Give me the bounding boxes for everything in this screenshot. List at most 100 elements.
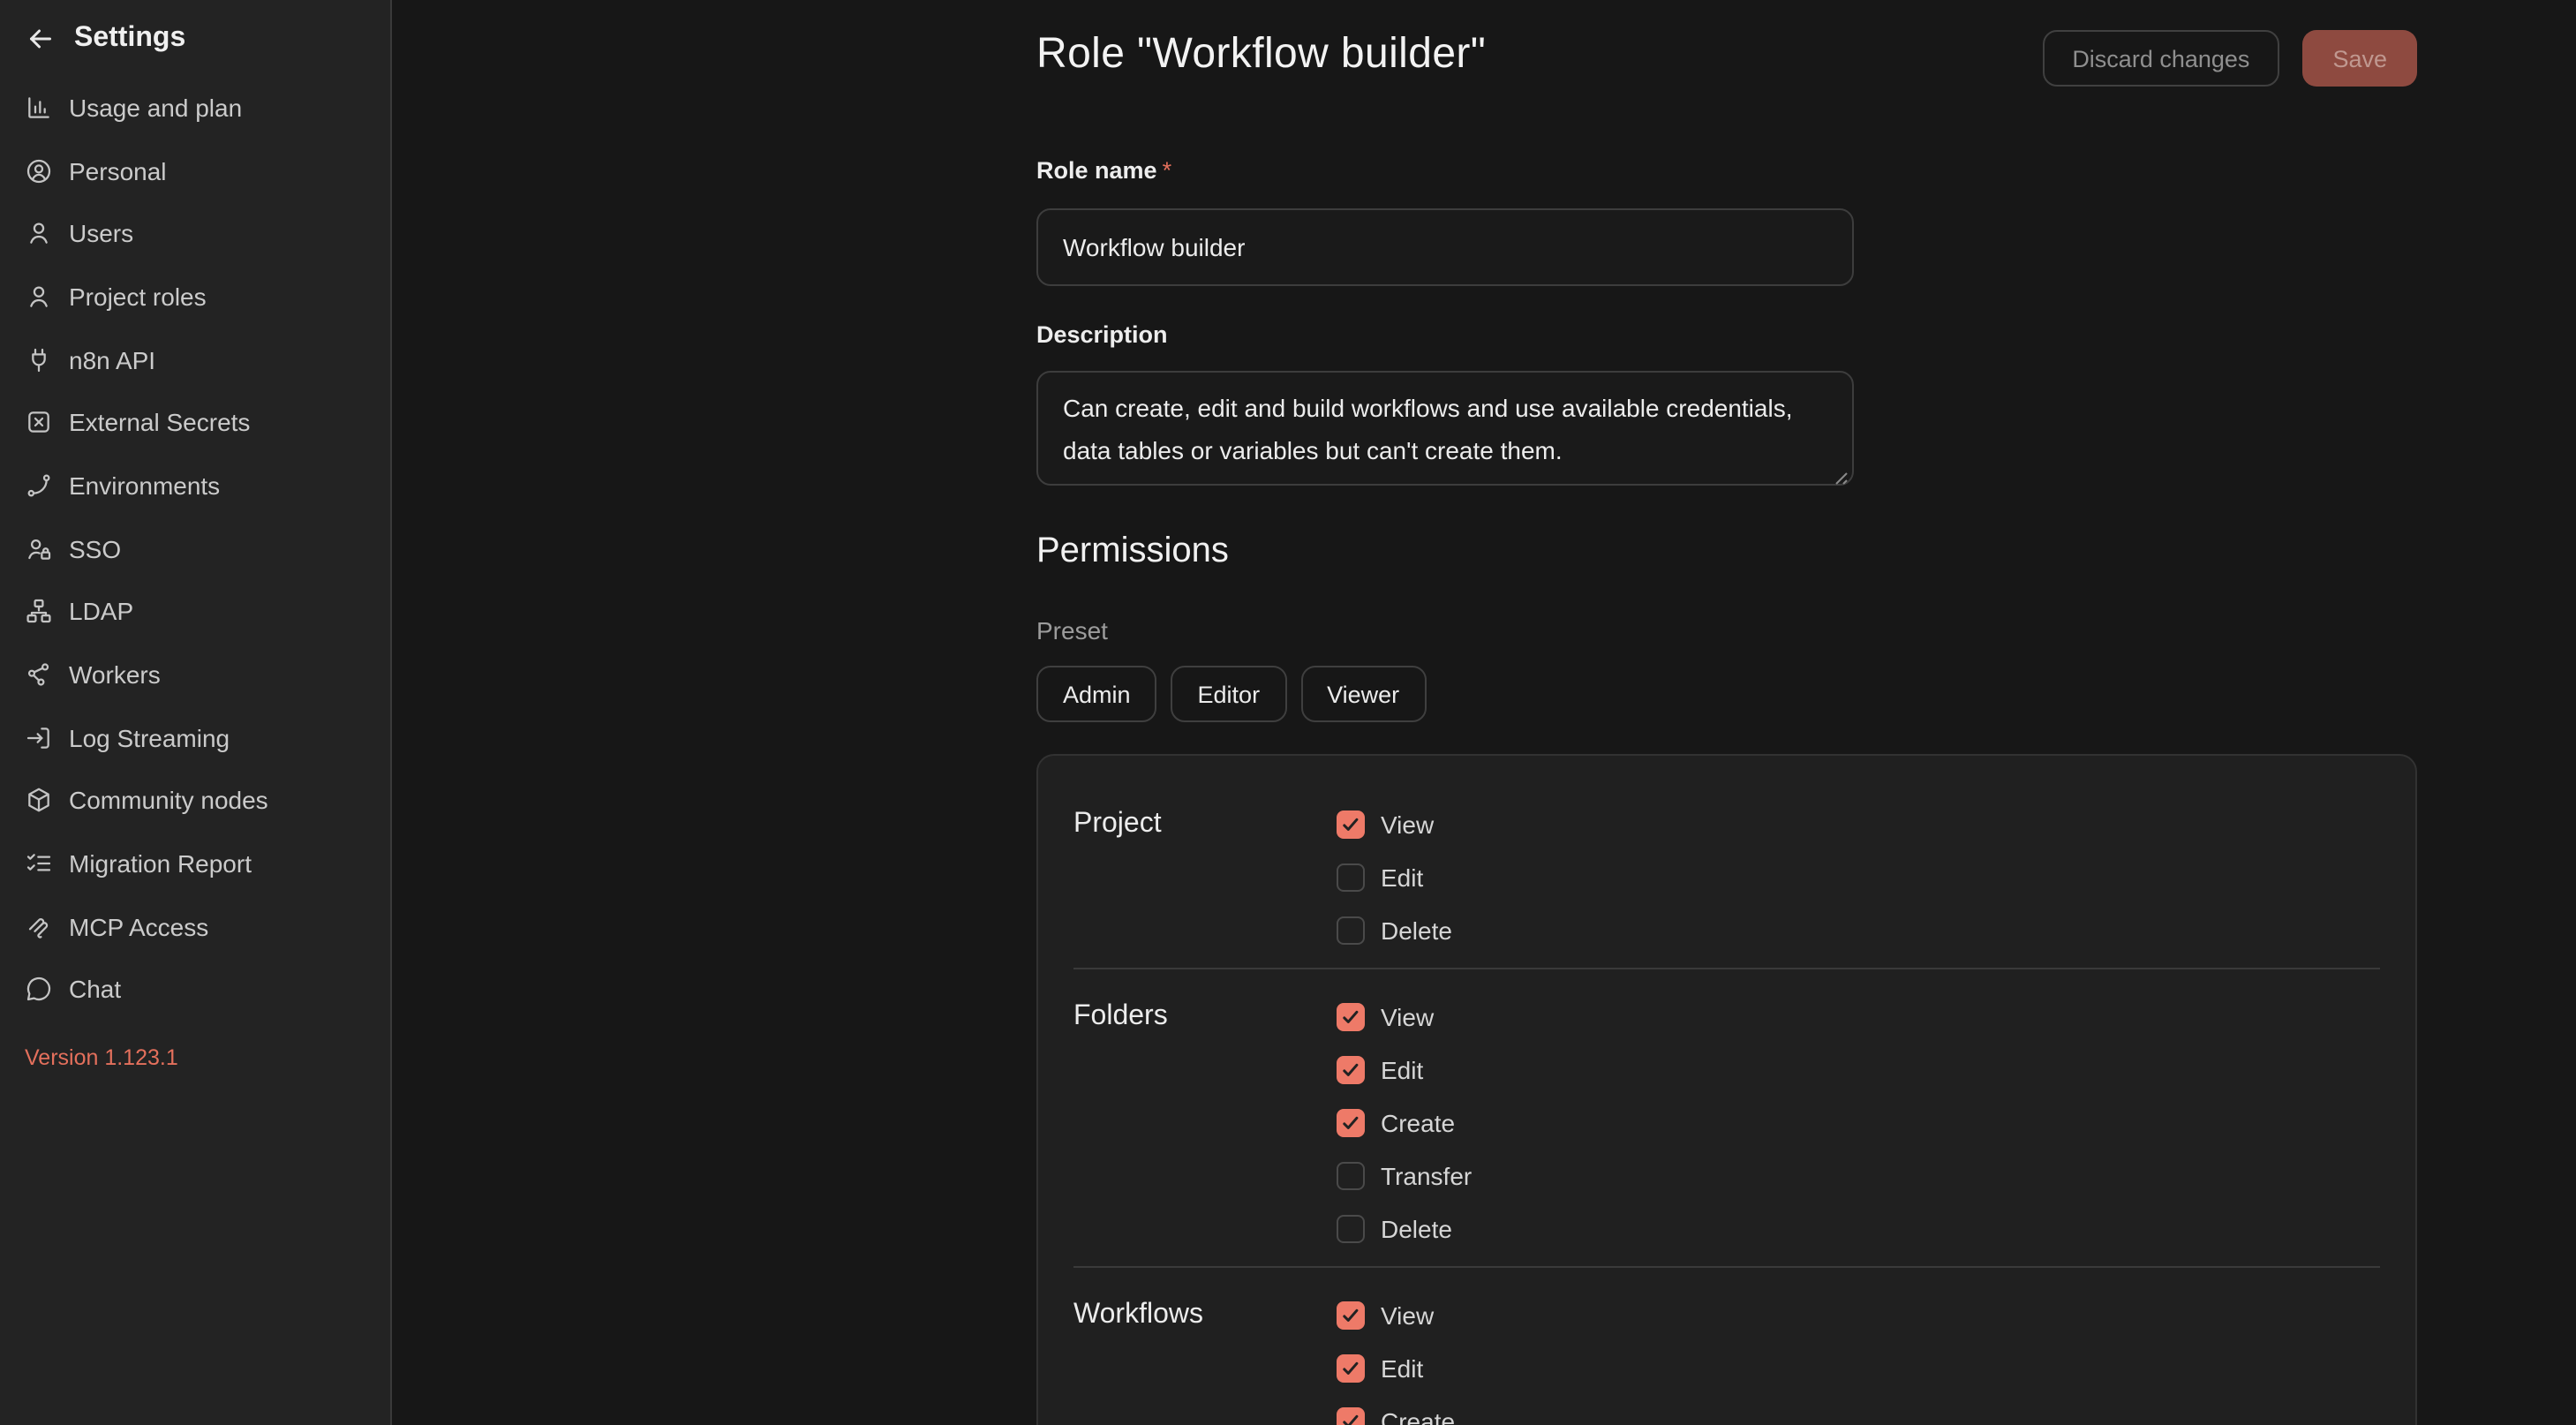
permission-group-folders: Folders View Edit Create Transfer Delete xyxy=(1073,969,2380,1268)
checkbox-checked-icon[interactable] xyxy=(1337,1354,1365,1383)
sidebar-item-label: Usage and plan xyxy=(69,94,242,122)
permission-row-folders-create[interactable]: Create xyxy=(1337,1097,1472,1150)
preset-button-editor[interactable]: Editor xyxy=(1171,666,1287,722)
preset-label: Preset xyxy=(1036,616,1108,645)
sidebar-item-users[interactable]: Users xyxy=(0,202,390,265)
checkbox-unchecked-icon[interactable] xyxy=(1337,1215,1365,1243)
description-textarea[interactable] xyxy=(1036,371,1854,486)
checkbox-checked-icon[interactable] xyxy=(1337,1407,1365,1425)
mcp-icon xyxy=(25,913,53,941)
sidebar-title: Settings xyxy=(74,23,185,55)
sidebar-item-chat[interactable]: Chat xyxy=(0,958,390,1021)
sidebar-item-project-roles[interactable]: Project roles xyxy=(0,265,390,328)
permission-label[interactable]: Create xyxy=(1381,1407,1455,1425)
arrow-left-icon[interactable] xyxy=(25,23,56,55)
sidebar-item-environments[interactable]: Environments xyxy=(0,454,390,516)
sidebar-item-ldap[interactable]: LDAP xyxy=(0,580,390,643)
sidebar-item-label: External Secrets xyxy=(69,409,250,437)
sidebar-item-mcp-access[interactable]: MCP Access xyxy=(0,895,390,958)
permission-group-name: Workflows xyxy=(1073,1289,1337,1425)
permission-items: View Edit Create Transfer Delete xyxy=(1337,991,1472,1255)
network-icon xyxy=(25,598,53,626)
checkbox-checked-icon[interactable] xyxy=(1337,1109,1365,1137)
permission-row-folders-delete[interactable]: Delete xyxy=(1337,1203,1472,1255)
preset-button-viewer[interactable]: Viewer xyxy=(1300,666,1426,722)
role-name-input[interactable] xyxy=(1036,208,1854,286)
permission-label[interactable]: Edit xyxy=(1381,1056,1423,1084)
role-name-label: Role name* xyxy=(1036,157,1171,184)
permission-group-name: Project xyxy=(1073,798,1337,957)
user-circle-icon xyxy=(25,156,53,185)
page-title: Role "Workflow builder" xyxy=(1036,30,1486,79)
sidebar-item-label: Workers xyxy=(69,660,161,689)
sidebar-item-label: Users xyxy=(69,219,133,247)
spline-icon xyxy=(25,471,53,500)
permissions-card: Project View Edit Delete Folders View Edit Crea… xyxy=(1036,754,2417,1425)
permission-group-project: Project View Edit Delete xyxy=(1073,798,2380,969)
checkbox-unchecked-icon[interactable] xyxy=(1337,1162,1365,1190)
header-actions: Discard changes Save xyxy=(2042,30,2417,87)
sidebar-item-label: SSO xyxy=(69,534,121,562)
permission-label[interactable]: View xyxy=(1381,1301,1434,1330)
permission-row-folders-view[interactable]: View xyxy=(1337,991,1472,1044)
checkbox-checked-icon[interactable] xyxy=(1337,811,1365,839)
plug-icon xyxy=(25,345,53,373)
sidebar-item-workers[interactable]: Workers xyxy=(0,643,390,705)
preset-button-admin[interactable]: Admin xyxy=(1036,666,1157,722)
permission-label[interactable]: Create xyxy=(1381,1109,1455,1137)
permission-items: View Edit Delete xyxy=(1337,798,1452,957)
permission-label[interactable]: View xyxy=(1381,1003,1434,1031)
save-button[interactable]: Save xyxy=(2302,30,2417,87)
chart-column-icon xyxy=(25,94,53,122)
checkbox-checked-icon[interactable] xyxy=(1337,1301,1365,1330)
permission-row-project-delete[interactable]: Delete xyxy=(1337,904,1452,957)
permission-label[interactable]: Edit xyxy=(1381,863,1423,892)
user-icon xyxy=(25,283,53,311)
permission-label[interactable]: Edit xyxy=(1381,1354,1423,1383)
required-asterisk: * xyxy=(1163,157,1172,184)
permission-row-workflows-view[interactable]: View xyxy=(1337,1289,1455,1342)
permission-label[interactable]: Delete xyxy=(1381,1215,1452,1243)
sidebar-item-log-streaming[interactable]: Log Streaming xyxy=(0,706,390,769)
permission-row-folders-edit[interactable]: Edit xyxy=(1337,1044,1472,1097)
permission-group-workflows: Workflows View Edit Create xyxy=(1073,1268,2380,1425)
sidebar-item-personal[interactable]: Personal xyxy=(0,139,390,201)
sidebar-item-n8n-api[interactable]: n8n API xyxy=(0,328,390,391)
sidebar-item-external-secrets[interactable]: External Secrets xyxy=(0,391,390,454)
sidebar-item-community-nodes[interactable]: Community nodes xyxy=(0,769,390,832)
user-lock-icon xyxy=(25,534,53,562)
checkbox-unchecked-icon[interactable] xyxy=(1337,863,1365,892)
permission-items: View Edit Create xyxy=(1337,1289,1455,1425)
sidebar-item-sso[interactable]: SSO xyxy=(0,517,390,580)
permission-row-folders-transfer[interactable]: Transfer xyxy=(1337,1150,1472,1203)
permission-row-workflows-edit[interactable]: Edit xyxy=(1337,1342,1455,1395)
sidebar-back-header[interactable]: Settings xyxy=(0,0,390,57)
log-in-icon xyxy=(25,723,53,751)
list-checks-icon xyxy=(25,849,53,878)
app: Settings Usage and plan Personal Users Proj… xyxy=(0,0,2576,1425)
checkbox-checked-icon[interactable] xyxy=(1337,1056,1365,1084)
checkbox-unchecked-icon[interactable] xyxy=(1337,916,1365,945)
sidebar-item-label: MCP Access xyxy=(69,913,208,941)
main-content: Role "Workflow builder" Discard changes … xyxy=(1036,0,2417,1425)
discard-changes-button[interactable]: Discard changes xyxy=(2042,30,2279,87)
chat-bubble-icon xyxy=(25,976,53,1004)
share-nodes-icon xyxy=(25,660,53,689)
sidebar-item-label: n8n API xyxy=(69,345,155,373)
permission-label[interactable]: Delete xyxy=(1381,916,1452,945)
permission-row-workflows-create[interactable]: Create xyxy=(1337,1395,1455,1425)
permission-label[interactable]: Transfer xyxy=(1381,1162,1472,1190)
sidebar-item-usage-and-plan[interactable]: Usage and plan xyxy=(0,76,390,139)
permission-label[interactable]: View xyxy=(1381,811,1434,839)
box-icon xyxy=(25,787,53,815)
permission-row-project-view[interactable]: View xyxy=(1337,798,1452,851)
sidebar-item-label: Environments xyxy=(69,471,220,500)
sidebar-item-label: Project roles xyxy=(69,283,207,311)
sidebar-item-migration-report[interactable]: Migration Report xyxy=(0,833,390,895)
description-label: Description xyxy=(1036,321,1168,348)
checkbox-checked-icon[interactable] xyxy=(1337,1003,1365,1031)
user-icon xyxy=(25,219,53,247)
permission-row-project-edit[interactable]: Edit xyxy=(1337,851,1452,904)
sidebar-item-label: LDAP xyxy=(69,598,133,626)
permission-group-name: Folders xyxy=(1073,991,1337,1255)
